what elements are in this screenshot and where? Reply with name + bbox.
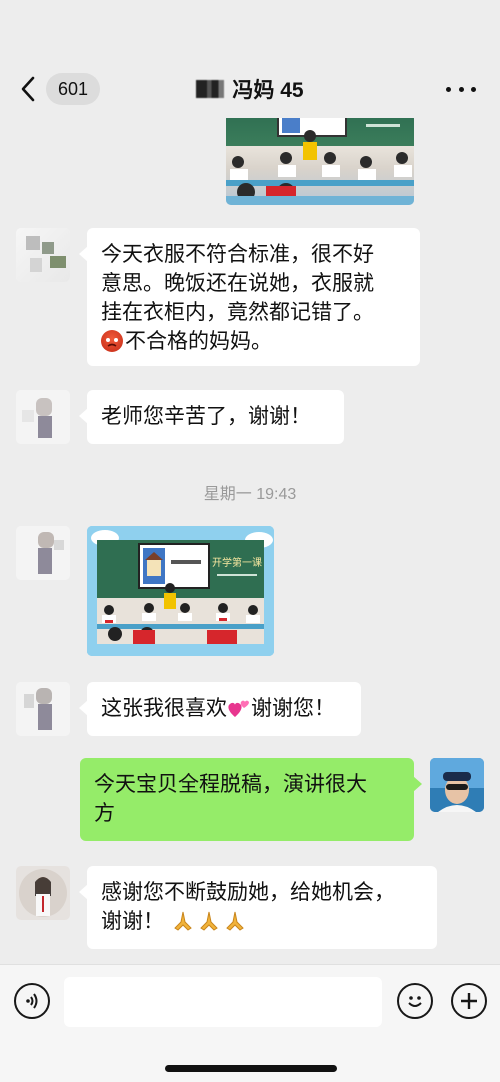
message-list[interactable]: 今天衣服不符合标准，很不好 意思。晚饭还在说她，衣服就 挂在衣柜内，竟然都记错了… bbox=[0, 118, 500, 964]
angry-face-icon bbox=[101, 330, 123, 352]
more-options-button[interactable] bbox=[446, 78, 476, 100]
avatar[interactable] bbox=[16, 228, 70, 282]
message-text: 今天宝贝全程脱稿，演讲很大 bbox=[94, 773, 367, 796]
folded-hands-icon bbox=[223, 910, 247, 932]
message-text: 意思。晚饭还在说她，衣服就 bbox=[101, 272, 374, 295]
folded-hands-icon bbox=[197, 910, 221, 932]
slide-title: 开学第一课 bbox=[212, 556, 262, 569]
message-text: 这张我很喜欢 bbox=[101, 697, 227, 720]
message-text: 方 bbox=[94, 802, 115, 825]
chat-title: 冯妈 45 bbox=[0, 72, 500, 106]
emoji-button[interactable] bbox=[397, 983, 433, 1019]
message-timestamp: 星期一 19:43 bbox=[203, 486, 297, 503]
voice-icon bbox=[26, 993, 38, 1009]
message-text: 挂在衣柜内，竟然都记错了。 bbox=[101, 301, 374, 324]
avatar[interactable] bbox=[16, 682, 70, 736]
message-bubble[interactable]: 感谢您不断鼓励她，给她机会， 谢谢！ bbox=[79, 866, 437, 949]
redacted-name-icon bbox=[196, 80, 225, 98]
avatar[interactable] bbox=[16, 526, 70, 580]
my-avatar[interactable] bbox=[430, 758, 484, 812]
message-image[interactable]: 开学第一课 bbox=[87, 526, 274, 656]
message-image-partial[interactable] bbox=[226, 118, 414, 205]
more-actions-button[interactable] bbox=[451, 983, 487, 1019]
message-text: 今天衣服不符合标准，很不好 bbox=[101, 243, 374, 266]
message-bubble[interactable]: 老师您辛苦了，谢谢！ bbox=[79, 390, 344, 444]
message-text: 感谢您不断鼓励她，给她机会， bbox=[101, 881, 395, 904]
smiley-icon bbox=[408, 996, 422, 1007]
home-indicator bbox=[165, 1065, 337, 1072]
message-bubble[interactable]: 今天衣服不符合标准，很不好 意思。晚饭还在说她，衣服就 挂在衣柜内，竟然都记错了… bbox=[79, 228, 420, 366]
message-input[interactable] bbox=[64, 977, 382, 1027]
avatar[interactable] bbox=[16, 866, 70, 920]
plus-icon bbox=[461, 993, 477, 1009]
input-bar bbox=[0, 964, 500, 1082]
message-text: 谢谢您！ bbox=[251, 697, 335, 720]
message-text: 谢谢！ bbox=[101, 910, 164, 933]
message-bubble[interactable]: 这张我很喜欢 谢谢您！ bbox=[79, 682, 361, 736]
voice-input-button[interactable] bbox=[14, 983, 50, 1019]
more-dot-icon bbox=[446, 86, 451, 92]
more-dot-icon bbox=[471, 86, 476, 92]
two-hearts-icon bbox=[227, 697, 251, 719]
folded-hands-icon bbox=[171, 910, 195, 932]
chat-header: 601 冯妈 45 bbox=[0, 0, 500, 118]
message-text: 不合格的妈妈。 bbox=[125, 330, 272, 353]
chat-title-text: 冯妈 45 bbox=[232, 79, 304, 102]
avatar[interactable] bbox=[16, 390, 70, 444]
more-dot-icon bbox=[458, 86, 464, 92]
message-bubble-mine[interactable]: 今天宝贝全程脱稿，演讲很大 方 bbox=[80, 758, 422, 841]
message-text: 老师您辛苦了，谢谢！ bbox=[101, 405, 311, 428]
